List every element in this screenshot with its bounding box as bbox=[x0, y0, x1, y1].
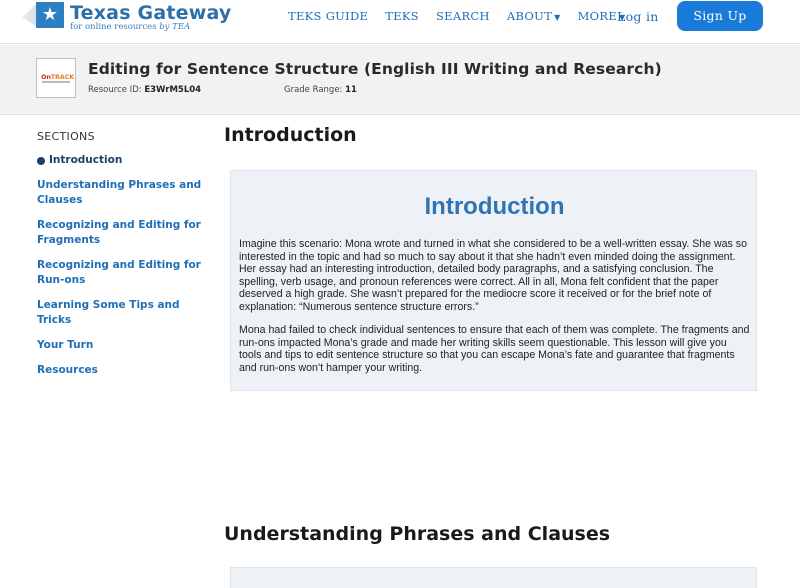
sidebar-item-phrases-clauses[interactable]: Understanding Phrases and Clauses bbox=[37, 178, 212, 208]
phrases-clauses-card bbox=[230, 567, 757, 588]
sidebar-item-fragments[interactable]: Recognizing and Editing for Fragments bbox=[37, 218, 212, 248]
logo-title: Texas Gateway bbox=[70, 2, 232, 24]
sidebar-item-tips-tricks[interactable]: Learning Some Tips and Tricks bbox=[37, 298, 212, 328]
resource-id: Resource ID: E3WrM5L04 bbox=[88, 85, 201, 95]
grade-range-label: Grade Range: bbox=[284, 85, 346, 95]
intro-paragraph-1: Imagine this scenario: Mona wrote and tu… bbox=[239, 238, 747, 313]
login-link[interactable]: Log in bbox=[617, 9, 659, 24]
sections-sidebar: SECTIONS Introduction Understanding Phra… bbox=[37, 130, 212, 388]
logo-text: Texas Gateway for online resources by TE… bbox=[70, 2, 231, 31]
logo-subtitle: for online resources by TEA bbox=[70, 22, 231, 32]
nav-teks[interactable]: TEKS bbox=[385, 9, 419, 23]
resource-header: OnTRACK Editing for Sentence Structure (… bbox=[0, 45, 800, 115]
ontrack-on: On bbox=[41, 73, 51, 81]
resource-id-label: Resource ID: bbox=[88, 85, 145, 95]
intro-paragraph-2: Mona had failed to check individual sent… bbox=[239, 324, 750, 374]
resource-title: Editing for Sentence Structure (English … bbox=[88, 60, 662, 78]
sidebar-item-label: Introduction bbox=[49, 154, 123, 166]
nav-about[interactable]: ABOUT ▼ bbox=[507, 9, 561, 23]
ontrack-track: TRACK bbox=[50, 73, 75, 81]
signup-button[interactable]: Sign Up bbox=[677, 1, 763, 31]
ontrack-logo-underline bbox=[42, 81, 70, 83]
sections-heading: SECTIONS bbox=[37, 130, 95, 143]
resource-meta: Resource ID: E3WrM5L04 Grade Range: 11 bbox=[88, 85, 357, 95]
nav-links: TEKS GUIDE TEKS SEARCH ABOUT ▼ MORE ▼ bbox=[288, 9, 643, 23]
sidebar-item-your-turn[interactable]: Your Turn bbox=[37, 338, 212, 353]
nav-more-label: MORE bbox=[577, 9, 618, 23]
resource-id-value: E3WrM5L04 bbox=[144, 85, 202, 95]
nav-teks-guide-label: TEKS GUIDE bbox=[288, 9, 369, 23]
sidebar-item-run-ons[interactable]: Recognizing and Editing for Run-ons bbox=[37, 258, 212, 288]
section-heading-phrases-clauses: Understanding Phrases and Clauses bbox=[224, 523, 611, 545]
caret-down-icon: ▼ bbox=[554, 13, 561, 22]
nav-about-label: ABOUT bbox=[506, 9, 553, 23]
section-heading-introduction: Introduction bbox=[224, 124, 357, 146]
logo-subtitle-by: by TEA bbox=[159, 22, 191, 32]
introduction-card: Introduction Imagine this scenario: Mona… bbox=[230, 170, 757, 391]
sidebar-item-resources[interactable]: Resources bbox=[37, 363, 212, 378]
nav-search[interactable]: SEARCH bbox=[436, 9, 490, 23]
top-nav: ★ Texas Gateway for online resources by … bbox=[0, 0, 800, 44]
grade-range: Grade Range: 11 bbox=[284, 85, 357, 95]
grade-range-value: 11 bbox=[345, 85, 357, 95]
texas-gateway-logo[interactable]: ★ Texas Gateway for online resources by … bbox=[36, 2, 231, 31]
nav-teks-label: TEKS bbox=[385, 9, 419, 23]
main-content: Introduction bbox=[224, 124, 764, 146]
star-icon: ★ bbox=[36, 2, 64, 28]
logo-subtitle-prefix: for online resources bbox=[70, 22, 160, 32]
sidebar-item-introduction[interactable]: Introduction bbox=[37, 153, 212, 168]
card-title: Introduction bbox=[424, 193, 565, 220]
ontrack-logo: OnTRACK bbox=[36, 58, 76, 98]
ontrack-logo-text: OnTRACK bbox=[41, 73, 74, 81]
nav-teks-guide[interactable]: TEKS GUIDE bbox=[288, 9, 368, 23]
nav-search-label: SEARCH bbox=[435, 9, 490, 23]
active-dot-icon bbox=[37, 156, 45, 165]
